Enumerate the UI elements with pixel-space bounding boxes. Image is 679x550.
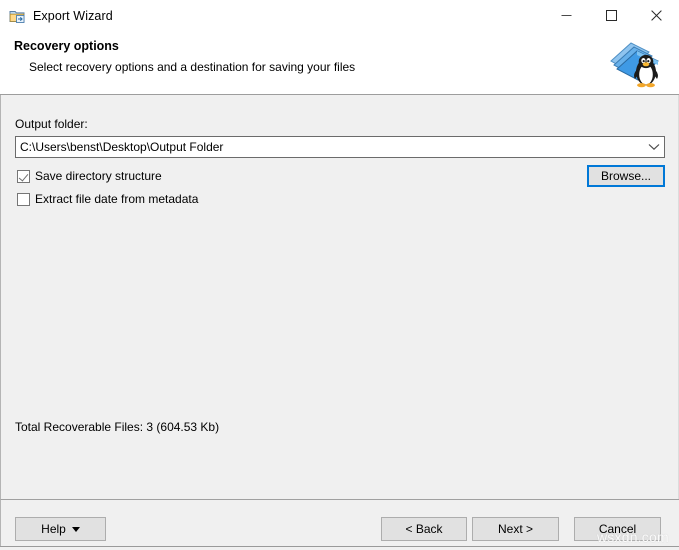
wizard-header: Recovery options Select recovery options… (0, 31, 679, 95)
output-folder-value[interactable]: C:\Users\benst\Desktop\Output Folder (16, 140, 644, 154)
window-title: Export Wizard (33, 8, 113, 23)
page-subtitle: Select recovery options and a destinatio… (29, 60, 356, 74)
wizard-footer: Help < Back Next > Cancel (0, 499, 679, 550)
output-folder-label: Output folder: (15, 117, 88, 131)
next-button[interactable]: Next > (472, 517, 559, 541)
title-bar: Export Wizard (0, 0, 679, 31)
checkbox-label: Save directory structure (35, 169, 162, 183)
caret-down-icon (71, 526, 80, 532)
output-folder-combobox[interactable]: C:\Users\benst\Desktop\Output Folder (15, 136, 665, 158)
cancel-button[interactable]: Cancel (574, 517, 661, 541)
total-recoverable-files-status: Total Recoverable Files: 3 (604.53 Kb) (15, 420, 220, 434)
help-button-label: Help (41, 522, 66, 536)
checkbox-label: Extract file date from metadata (35, 192, 199, 206)
export-folder-icon (9, 8, 25, 24)
checkbox-extract-file-date[interactable]: Extract file date from metadata (17, 192, 198, 206)
background-window-strip (0, 546, 679, 550)
window-controls (544, 0, 679, 31)
checkbox-box[interactable] (17, 192, 30, 206)
chevron-down-icon[interactable] (644, 137, 664, 157)
browse-button[interactable]: Browse... (587, 165, 665, 187)
export-wizard-window: Export Wizard Recovery options Select re… (0, 0, 679, 550)
close-button[interactable] (634, 0, 679, 31)
help-button[interactable]: Help (15, 517, 106, 541)
page-title: Recovery options (14, 39, 119, 53)
maximize-button[interactable] (589, 0, 634, 31)
checkbox-box[interactable] (17, 169, 30, 183)
checkbox-save-directory-structure[interactable]: Save directory structure (17, 169, 162, 183)
back-button[interactable]: < Back (381, 517, 467, 541)
wizard-content: Output folder: C:\Users\benst\Desktop\Ou… (0, 95, 679, 499)
minimize-button[interactable] (544, 0, 589, 31)
linux-penguin-book-icon (605, 35, 665, 91)
